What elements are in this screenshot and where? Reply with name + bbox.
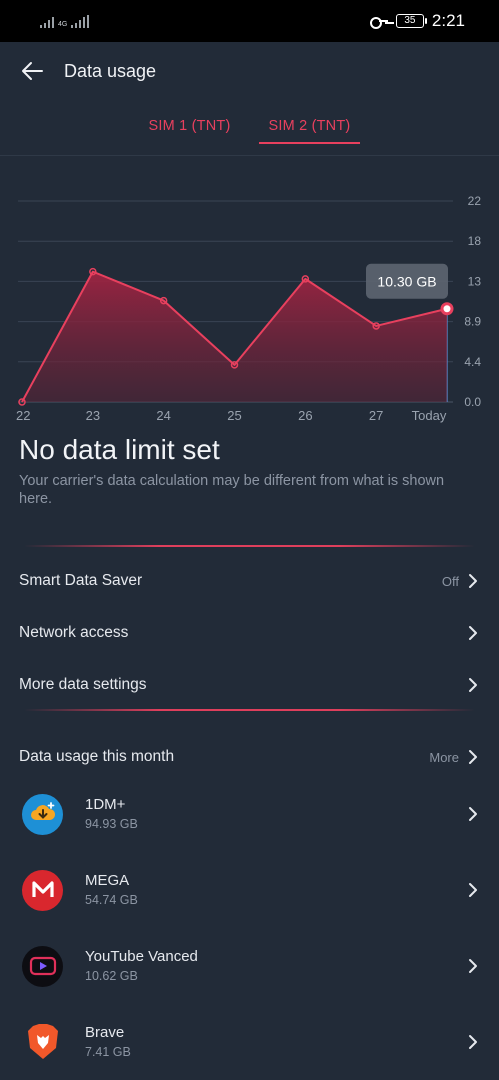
- signal-indicators: 4G: [40, 14, 90, 28]
- chevron-right-icon: [469, 807, 477, 821]
- status-bar: 4G 35 2:21: [0, 0, 499, 42]
- smart-data-saver-row[interactable]: Smart Data Saver Off: [0, 555, 499, 607]
- tabs-divider: [0, 155, 499, 156]
- download-cloud-icon: [22, 793, 63, 835]
- more-data-settings-label: More data settings: [19, 676, 147, 693]
- more-label: More: [429, 749, 459, 765]
- y-tick-label: 4.4: [464, 355, 481, 369]
- back-button[interactable]: [0, 42, 64, 100]
- list-item-app[interactable]: 1DM+ 94.93 GB: [0, 776, 499, 852]
- chevron-right-icon: [469, 750, 477, 764]
- data-usage-chart: 22 18 13 8.9 4.4 0.0 22 23 24 25 26 27 Today 10.30 …: [16, 194, 482, 423]
- tab-sim-2[interactable]: SIM 2 (TNT): [258, 108, 361, 144]
- chevron-right-icon: [469, 574, 477, 588]
- arrow-left-icon: [22, 62, 43, 80]
- x-tick-label: 26: [298, 408, 312, 423]
- more-data-settings-row[interactable]: More data settings: [0, 659, 499, 711]
- more-button[interactable]: More: [429, 749, 479, 765]
- app-usage: 94.93 GB: [85, 817, 138, 831]
- vpn-key-icon: [369, 16, 388, 29]
- app-usage: 10.62 GB: [85, 969, 138, 983]
- network-type: 4G: [58, 20, 68, 28]
- signal-bars-icon: [40, 15, 54, 28]
- page-title: Data usage: [64, 60, 157, 81]
- smart-data-saver-label: Smart Data Saver: [19, 572, 143, 589]
- chevron-right-icon: [469, 678, 477, 692]
- app-name: YouTube Vanced: [85, 948, 198, 965]
- signal-bars-icon-2: [71, 14, 90, 28]
- x-tick-label: 22: [16, 408, 30, 423]
- brave-lion-icon: [22, 1022, 63, 1063]
- youtube-vanced-icon: [22, 945, 63, 987]
- y-tick-label: 18: [468, 234, 482, 248]
- battery-icon: 35: [395, 14, 427, 28]
- usage-section-header: Data usage this month More: [0, 737, 499, 777]
- tab-sim-1[interactable]: SIM 1 (TNT): [139, 108, 241, 144]
- clock: 2:21: [431, 11, 465, 30]
- network-access-label: Network access: [19, 624, 129, 641]
- list-item-app[interactable]: YouTube Vanced 10.62 GB: [0, 928, 499, 1004]
- list-item-app[interactable]: Brave 7.41 GB: [0, 1004, 499, 1080]
- app-header: Data usage: [0, 42, 499, 100]
- mega-logo-icon: [22, 869, 63, 911]
- chevron-right-icon: [469, 883, 477, 897]
- usage-section-title: Data usage this month: [19, 748, 175, 765]
- no-limit-subtitle: Your carrier's data calculation may be d…: [19, 473, 445, 507]
- app-usage: 54.74 GB: [85, 893, 138, 907]
- chevron-right-icon: [469, 1035, 477, 1049]
- no-limit-title: No data limit set: [19, 434, 220, 465]
- x-tick-label: 25: [227, 408, 241, 423]
- list-item-app[interactable]: MEGA 54.74 GB: [0, 852, 499, 928]
- smart-data-saver-value: Off: [441, 573, 459, 589]
- network-access-row[interactable]: Network access: [0, 607, 499, 659]
- sim-tabs: SIM 1 (TNT) SIM 2 (TNT): [0, 108, 499, 148]
- selected-point: [440, 302, 454, 316]
- y-tick-label: 22: [468, 194, 482, 208]
- section-divider-2: [24, 709, 475, 711]
- tooltip-label: 10.30 GB: [377, 274, 436, 290]
- app-name: 1DM+: [85, 796, 126, 813]
- section-divider: [24, 545, 475, 547]
- y-tick-label: 8.9: [464, 315, 481, 329]
- app-usage: 7.41 GB: [85, 1045, 131, 1059]
- chevron-right-icon: [469, 626, 477, 640]
- y-tick-label: 0.0: [464, 395, 481, 409]
- y-tick-label: 13: [468, 274, 482, 288]
- x-tick-label: 24: [156, 408, 170, 423]
- app-name: Brave: [85, 1024, 125, 1041]
- chevron-right-icon: [469, 959, 477, 973]
- x-tick-label: Today: [412, 408, 447, 423]
- app-name: MEGA: [85, 872, 130, 889]
- x-tick-label: 27: [369, 408, 383, 423]
- x-tick-label: 23: [86, 408, 100, 423]
